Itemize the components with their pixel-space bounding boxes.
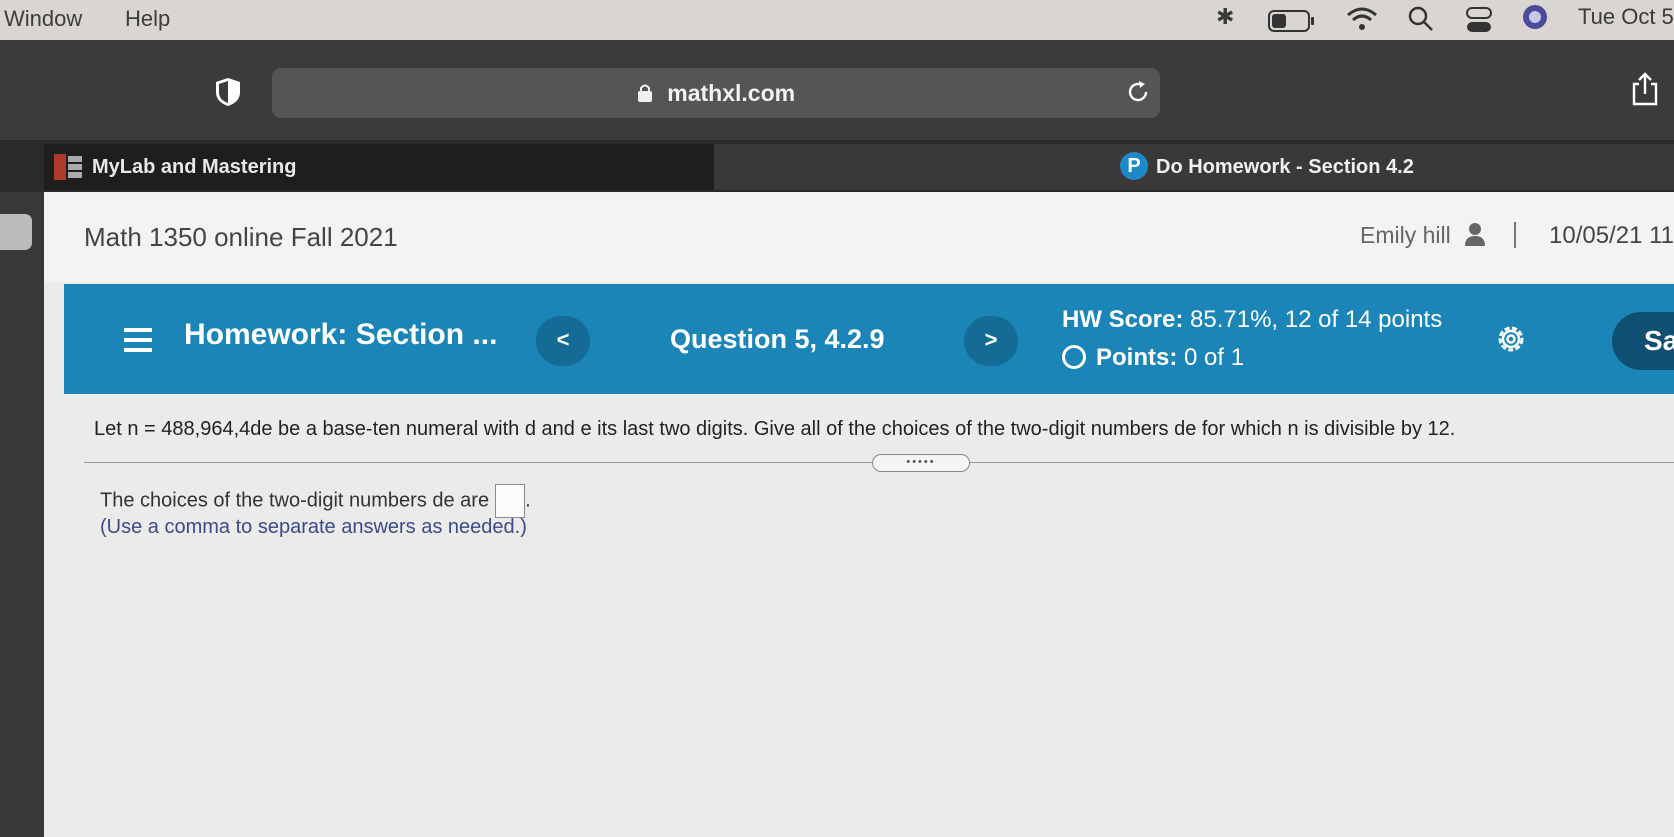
privacy-shield-icon[interactable] — [214, 76, 242, 113]
hw-score: HW Score: 85.71%, 12 of 14 points — [1062, 306, 1442, 334]
hamburger-menu-icon[interactable] — [124, 328, 152, 357]
answer-prompt-text: The choices of the two-digit numbers de … — [100, 489, 490, 512]
url-display: mathxl.com — [272, 80, 1160, 107]
answer-row: The choices of the two-digit numbers de … — [100, 484, 531, 518]
control-center-icon[interactable] — [1466, 6, 1492, 40]
tab-do-homework[interactable]: P Do Homework - Section 4.2 — [714, 144, 1674, 190]
wifi-icon[interactable] — [1346, 6, 1378, 38]
answer-instructions: (Use a comma to separate answers as need… — [100, 516, 527, 538]
course-title[interactable]: Math 1350 online Fall 2021 — [84, 222, 398, 253]
settings-gear-icon[interactable] — [1494, 322, 1528, 361]
mylab-favicon-icon — [54, 154, 82, 186]
reload-icon[interactable] — [1126, 80, 1150, 109]
menu-help[interactable]: Help — [125, 6, 170, 32]
question-number[interactable]: Question 5, 4.2.9 — [670, 324, 885, 355]
points-value: 0 of 1 — [1184, 344, 1245, 371]
hw-score-label: HW Score: — [1062, 306, 1184, 333]
question-content: Let n = 488,964,4de be a base-ten numera… — [64, 394, 1674, 837]
share-icon[interactable] — [1630, 72, 1660, 111]
url-text: mathxl.com — [667, 80, 796, 106]
answer-input[interactable] — [495, 484, 526, 518]
answer-suffix: . — [525, 489, 531, 512]
browser-toolbar: mathxl.com — [0, 40, 1674, 140]
header-separator — [1514, 222, 1516, 248]
menu-bar: Window Help ✱ Tue Oct 5 — [0, 0, 1674, 40]
pane-resize-handle[interactable]: ••••• — [872, 454, 970, 472]
save-button[interactable]: Sa — [1612, 312, 1674, 370]
question-points: Points: 0 of 1 — [1062, 344, 1244, 372]
tab-mylab[interactable]: MyLab and Mastering — [44, 144, 714, 190]
pearson-p-icon: P — [1120, 152, 1148, 180]
header-datetime: 10/05/21 11 — [1549, 222, 1674, 249]
lock-icon — [637, 80, 659, 106]
spotlight-search-icon[interactable] — [1408, 6, 1434, 38]
menu-clock[interactable]: Tue Oct 5 — [1578, 4, 1674, 30]
next-question-button[interactable]: > — [964, 316, 1018, 366]
tab-mylab-label: MyLab and Mastering — [92, 156, 297, 178]
menu-window[interactable]: Window — [4, 6, 82, 32]
user-icon[interactable] — [1464, 222, 1486, 251]
hw-score-value: 85.71%, 12 of 14 points — [1190, 306, 1443, 333]
homework-title-text: Section ... — [355, 318, 498, 351]
homework-title-prefix: Homework: — [184, 318, 348, 351]
tab-do-homework-label: Do Homework - Section 4.2 — [1156, 156, 1414, 178]
web-page: Math 1350 online Fall 2021 Emily hill 10… — [44, 192, 1674, 837]
course-header: Math 1350 online Fall 2021 Emily hill 10… — [44, 192, 1674, 282]
bluetooth-icon[interactable]: ✱ — [1216, 4, 1234, 30]
points-label: Points: — [1096, 344, 1178, 371]
homework-bar: Homework: Section ... < Question 5, 4.2.… — [64, 284, 1674, 394]
side-panel-tab[interactable] — [0, 214, 32, 250]
window-edge — [0, 192, 44, 837]
homework-title[interactable]: Homework: Section ... — [184, 318, 497, 352]
battery-icon[interactable] — [1268, 9, 1316, 39]
user-name[interactable]: Emily hill — [1360, 222, 1451, 249]
points-status-icon — [1062, 345, 1086, 369]
address-bar[interactable]: mathxl.com — [272, 68, 1160, 118]
tab-bar: MyLab and Mastering P Do Homework - Sect… — [0, 140, 1674, 192]
siri-icon[interactable] — [1522, 4, 1548, 36]
previous-question-button[interactable]: < — [536, 316, 590, 366]
question-text: Let n = 488,964,4de be a base-ten numera… — [94, 418, 1456, 440]
